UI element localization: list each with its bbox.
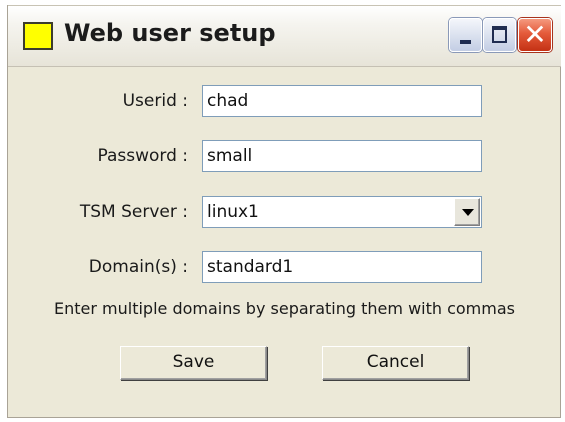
password-field[interactable]: small (202, 140, 482, 172)
maximize-button[interactable] (483, 18, 516, 52)
password-label: Password : (97, 146, 188, 166)
title-bar[interactable]: Web user setup ✕ (8, 5, 561, 67)
close-button[interactable]: ✕ (518, 18, 552, 52)
web-user-setup-window: Web user setup ✕ Userid : chad Password … (7, 5, 561, 418)
minimize-button[interactable] (449, 18, 482, 52)
cancel-button[interactable]: Cancel (322, 346, 469, 380)
domains-hint-text: Enter multiple domains by separating the… (54, 299, 515, 318)
close-icon: ✕ (523, 18, 547, 51)
userid-field[interactable]: chad (202, 85, 482, 117)
window-title: Web user setup (64, 19, 276, 47)
yellow-square-icon (23, 22, 53, 50)
userid-label: Userid : (122, 91, 188, 111)
tsm-server-label: TSM Server : (79, 202, 188, 222)
save-button[interactable]: Save (120, 346, 267, 380)
tsm-server-selected-value: linux1 (207, 202, 259, 222)
tsm-server-select[interactable]: linux1 (202, 196, 482, 228)
minimize-icon (460, 40, 471, 44)
domains-label: Domain(s) : (88, 257, 188, 277)
maximize-icon (492, 26, 507, 43)
domains-field[interactable]: standard1 (202, 251, 482, 283)
chevron-down-icon (462, 209, 474, 216)
dropdown-button[interactable] (454, 198, 480, 226)
